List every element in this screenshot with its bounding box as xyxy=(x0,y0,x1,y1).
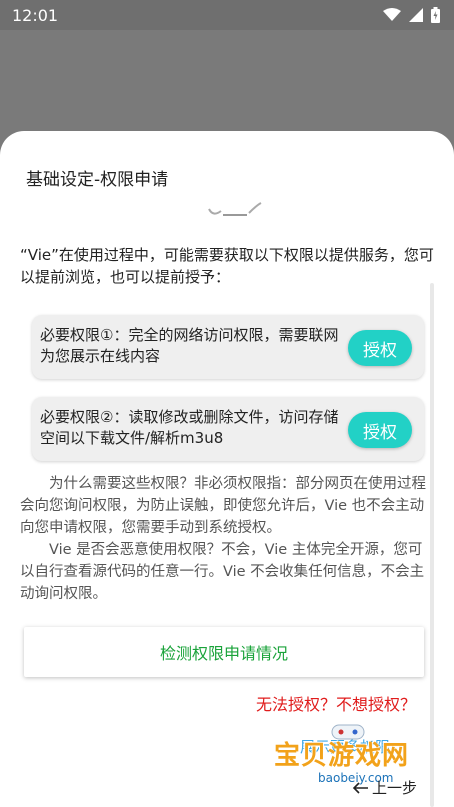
show-more-permissions-link[interactable]: 展示更多权限 xyxy=(300,736,390,757)
permission-card-network: 必要权限①：完全的网络访问权限，需要联网为您展示在线内容 授权 xyxy=(32,315,424,379)
explanation-paragraph-2: Vie 是否会恶意使用权限？不会，Vie 主体完全开源，您可以自行查看源代码的任… xyxy=(20,542,425,602)
battery-icon xyxy=(431,7,440,23)
status-bar: 12:01 xyxy=(0,0,454,30)
sheet-title: 基础设定-权限申请 xyxy=(26,170,169,190)
grant-storage-button[interactable]: 授权 xyxy=(348,412,412,448)
permission-sheet: 基础设定-权限申请 “Vie”在使用过程中，可能需要获取以下权限以提供服务，您可… xyxy=(0,131,454,807)
explanation-text: 为什么需要这些权限？非必须权限指：部分网页在使用过程会向您询问权限，为防止误触，… xyxy=(20,473,434,605)
explanation-paragraph-1: 为什么需要这些权限？非必须权限指：部分网页在使用过程会向您询问权限，为防止误触，… xyxy=(20,476,426,536)
status-time: 12:01 xyxy=(12,5,59,25)
status-icons xyxy=(383,7,440,23)
previous-step-label: 上一步 xyxy=(372,779,418,797)
permission-card-storage: 必要权限②：读取修改或删除文件，访问存储空间以下载文件/解析m3u8 授权 xyxy=(32,397,424,461)
drag-handle-icon[interactable] xyxy=(205,201,265,221)
grant-network-button[interactable]: 授权 xyxy=(348,330,412,366)
arrow-left-icon xyxy=(352,781,368,794)
check-permissions-button[interactable]: 检测权限申请情况 xyxy=(24,627,424,677)
cannot-grant-link[interactable]: 无法授权？不想授权？ xyxy=(256,691,416,715)
intro-text: “Vie”在使用过程中，可能需要获取以下权限以提供服务，您可以提前浏览，也可以提… xyxy=(20,246,434,286)
permission-text: 必要权限②：读取修改或删除文件，访问存储空间以下载文件/解析m3u8 xyxy=(40,408,339,447)
wifi-icon xyxy=(383,8,401,21)
previous-step-button[interactable]: 上一步 xyxy=(352,777,417,798)
signal-icon xyxy=(409,8,423,22)
permission-text: 必要权限①：完全的网络访问权限，需要联网为您展示在线内容 xyxy=(40,326,339,365)
